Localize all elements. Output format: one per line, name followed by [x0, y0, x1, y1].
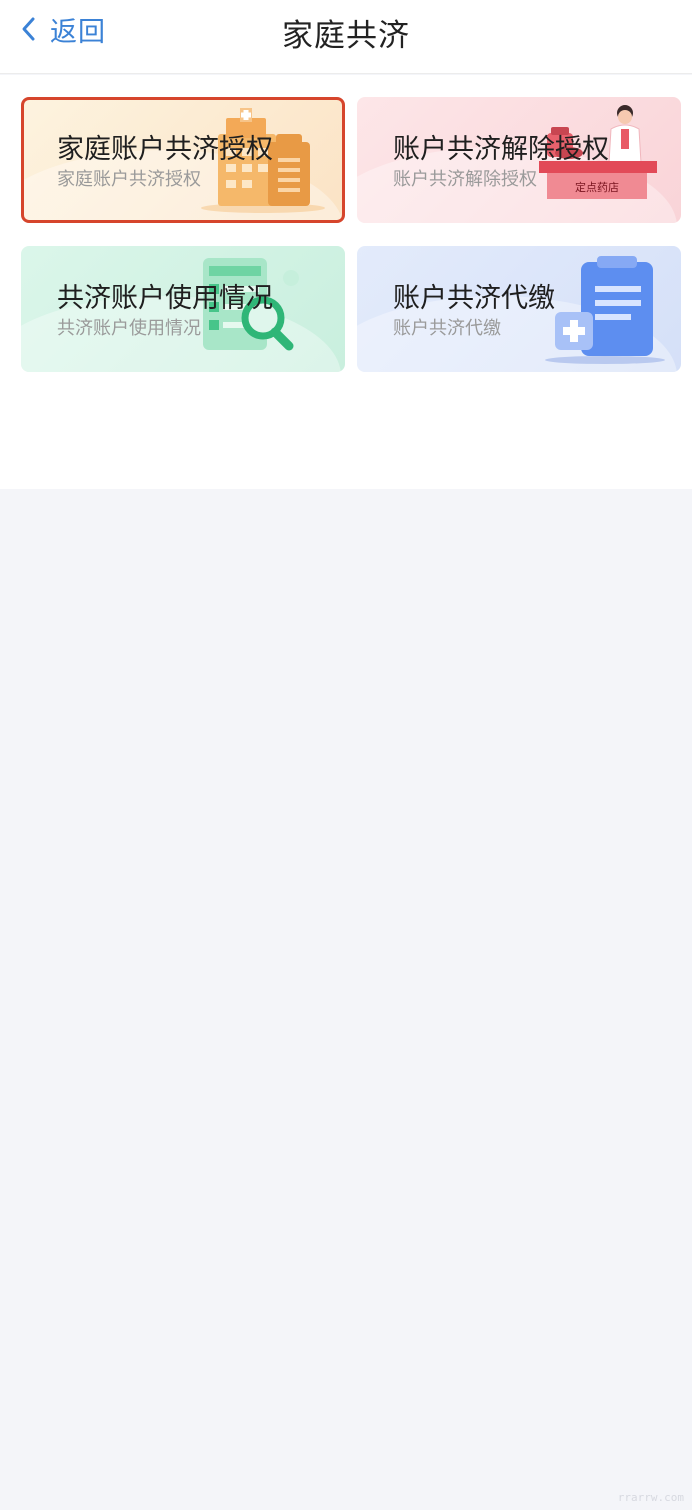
card-subtitle: 家庭账户共济授权 [57, 169, 201, 190]
page-title: 家庭共济 [282, 18, 410, 54]
card-usage-status[interactable]: 共济账户使用情况 共济账户使用情况 [21, 246, 345, 372]
card-payment-on-behalf[interactable]: 账户共济代缴 账户共济代缴 [357, 246, 681, 372]
card-subtitle: 共济账户使用情况 [57, 318, 201, 339]
card-family-account-authorize[interactable]: 家庭账户共济授权 家庭账户共济授权 [21, 97, 345, 223]
nav-bar: 返回 家庭共济 [0, 0, 692, 74]
watermark: rrarrw.com [617, 1491, 684, 1504]
card-title: 共济账户使用情况 [57, 283, 273, 314]
service-panel: 家庭账户共济授权 家庭账户共济授权 账户共济解除授权 账户共济解除授权 定点药店… [0, 75, 692, 489]
card-subtitle: 账户共济代缴 [393, 318, 501, 339]
card-subtitle: 账户共济解除授权 [393, 169, 537, 190]
card-title: 家庭账户共济授权 [57, 134, 273, 165]
card-title: 账户共济代缴 [393, 283, 555, 314]
card-revoke-authorization[interactable]: 账户共济解除授权 账户共济解除授权 定点药店 [357, 97, 681, 223]
pharmacy-badge: 定点药店 [575, 180, 619, 194]
card-title: 账户共济解除授权 [393, 134, 609, 165]
